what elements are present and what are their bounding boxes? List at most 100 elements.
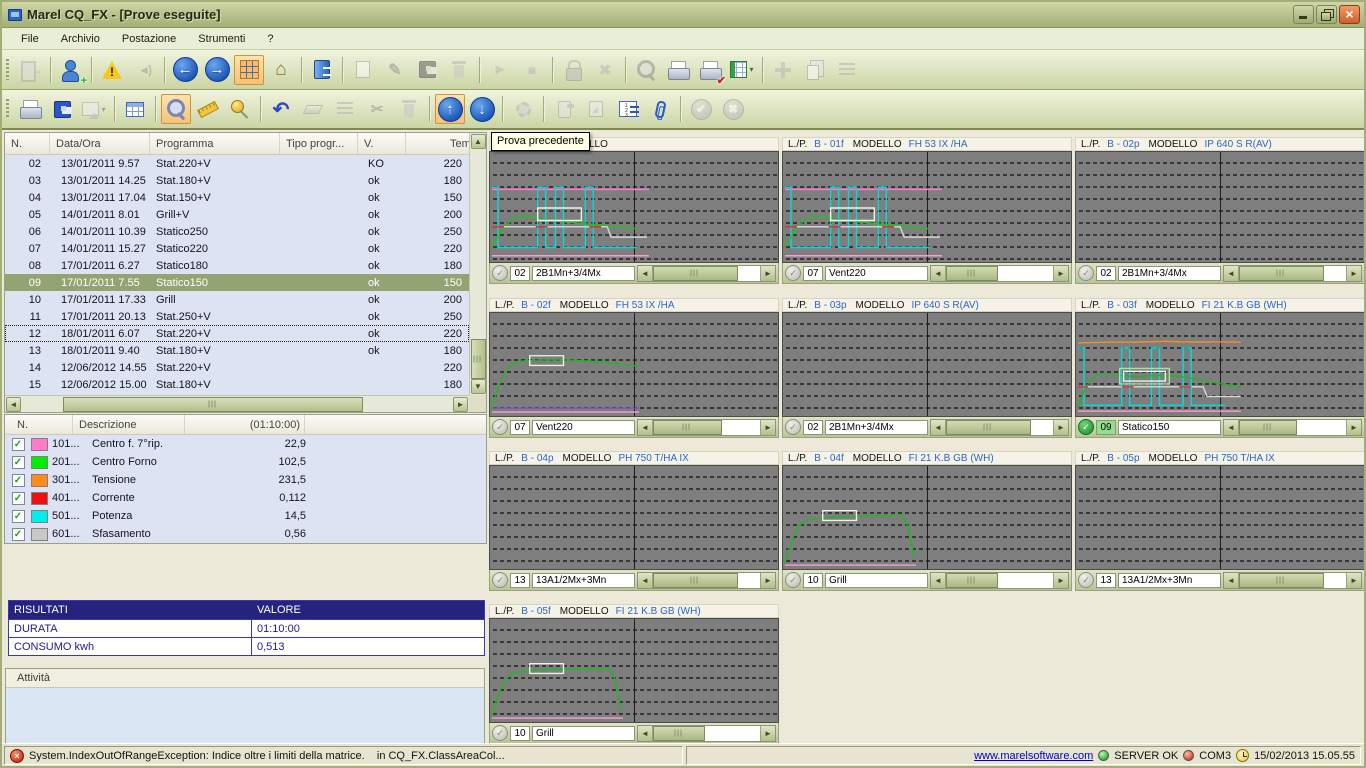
test-row-03[interactable]: 0313/01/2011 14.25Stat.180+Vok180 [5,172,469,189]
panel-scroll-right-icon[interactable]: ► [760,266,775,281]
panel-scroll-right-icon[interactable]: ► [760,420,775,435]
panel-scroll-left-icon[interactable]: ◄ [1224,420,1239,435]
panel-scroll-left-icon[interactable]: ◄ [1224,266,1239,281]
test-row-02[interactable]: 0213/01/2011 9.57Stat.220+VKO220 [5,155,469,172]
undo-button[interactable]: ↶ [266,94,296,124]
test-row-07[interactable]: 0714/01/2011 15.27Statico220ok220 [5,240,469,257]
archive-cabinet-button[interactable] [307,55,337,85]
series-checkbox[interactable]: ✓ [12,474,25,487]
panel-scroll-thumb[interactable] [653,726,705,741]
minimize-button[interactable] [1293,5,1314,24]
tests-col-header-1[interactable]: Data/Ora [50,133,150,154]
horizontal-scroll-thumb[interactable] [63,397,363,412]
menu-item-?[interactable]: ? [256,31,284,47]
print-button[interactable] [15,94,45,124]
panel-scrollbar[interactable]: ◄► [637,725,776,742]
panel-scroll-right-icon[interactable]: ► [1053,573,1068,588]
panel-scroll-left-icon[interactable]: ◄ [638,573,653,588]
image-dropdown-icon[interactable]: ▾ [101,105,105,114]
panel-scrollbar[interactable]: ◄► [1223,419,1362,436]
panel-scroll-left-icon[interactable]: ◄ [638,726,653,741]
test-row-09[interactable]: 0917/01/2011 7.55Statico150ok150 [5,274,469,291]
vertical-scroll-thumb[interactable] [471,339,486,379]
panel-scroll-thumb[interactable] [653,420,722,435]
panel-scroll-right-icon[interactable]: ► [760,726,775,741]
test-row-12[interactable]: 1218/01/2011 6.07Stat.220+Vok220 [5,325,469,342]
grid-view-button[interactable] [234,55,264,85]
panel-scroll-right-icon[interactable]: ► [1346,266,1361,281]
panel-scroll-left-icon[interactable]: ◄ [638,420,653,435]
series-checkbox[interactable]: ✓ [12,510,25,523]
add-user-button[interactable]: + [56,55,86,85]
panel-scroll-left-icon[interactable]: ◄ [931,420,946,435]
back-button[interactable]: ← [170,55,200,85]
panel-scrollbar[interactable]: ◄► [930,572,1069,589]
zoom-button[interactable] [161,94,191,124]
series-checkbox[interactable]: ✓ [12,528,25,541]
scroll-down-icon[interactable]: ▼ [471,379,486,394]
panel-scroll-thumb[interactable] [653,573,738,588]
numbered-list-button[interactable] [613,94,643,124]
panel-scroll-right-icon[interactable]: ► [760,573,775,588]
panel-scroll-left-icon[interactable]: ◄ [931,266,946,281]
next-test-button[interactable]: ↓ [467,94,497,124]
panel-scrollbar[interactable]: ◄► [930,265,1069,282]
panel-scroll-right-icon[interactable]: ► [1346,573,1361,588]
panel-scrollbar[interactable]: ◄► [1223,572,1362,589]
test-row-08[interactable]: 0817/01/2011 6.27Statico180ok180 [5,257,469,274]
panel-scrollbar[interactable]: ◄► [930,419,1069,436]
series-checkbox[interactable]: ✓ [12,456,25,469]
restore-button[interactable] [1316,5,1337,24]
measure-ruler-button[interactable] [193,94,223,124]
pin-button[interactable] [225,94,255,124]
test-row-06[interactable]: 0614/01/2011 10.39Statico250ok250 [5,223,469,240]
close-button[interactable] [1339,5,1360,24]
save-button[interactable] [47,94,77,124]
tests-horizontal-scrollbar[interactable]: ◄ ► [5,395,469,412]
panel-scrollbar[interactable]: ◄► [637,572,776,589]
test-row-14[interactable]: 1412/06/2012 14.55Stat.220+V220 [5,359,469,376]
print-check-button[interactable]: ✔ [695,55,725,85]
panel-scroll-right-icon[interactable]: ► [1053,266,1068,281]
test-row-11[interactable]: 1117/01/2011 20.13Stat.250+Vok250 [5,308,469,325]
panel-scroll-thumb[interactable] [1239,266,1324,281]
attachment-button[interactable] [645,94,675,124]
test-row-04[interactable]: 0413/01/2011 17.04Stat.150+Vok150 [5,189,469,206]
panel-scroll-left-icon[interactable]: ◄ [931,573,946,588]
data-table-button[interactable] [120,94,150,124]
panel-scroll-thumb[interactable] [946,266,998,281]
panel-scroll-left-icon[interactable]: ◄ [1224,573,1239,588]
panel-scrollbar[interactable]: ◄► [637,265,776,282]
export-excel-button[interactable]: ▾ [727,55,757,85]
panel-scroll-thumb[interactable] [1239,573,1324,588]
tests-col-header-4[interactable]: V. [358,133,406,154]
previous-test-button[interactable]: ↑ [435,94,465,124]
tests-col-header-0[interactable]: N. [5,133,50,154]
test-row-05[interactable]: 0514/01/2011 8.01Grill+Vok200 [5,206,469,223]
website-link[interactable]: www.marelsoftware.com [974,750,1093,762]
panel-scrollbar[interactable]: ◄► [1223,265,1362,282]
home-button[interactable]: ⌂ [266,55,296,85]
menu-item-postazione[interactable]: Postazione [111,31,187,47]
menu-item-strumenti[interactable]: Strumenti [187,31,256,47]
scroll-right-icon[interactable]: ► [453,397,468,412]
panel-scroll-thumb[interactable] [1239,420,1297,435]
panel-scroll-thumb[interactable] [946,573,998,588]
panel-scroll-thumb[interactable] [653,266,738,281]
tests-col-header-2[interactable]: Programma [150,133,280,154]
tests-col-header-3[interactable]: Tipo progr... [280,133,358,154]
forward-button[interactable]: → [202,55,232,85]
test-row-10[interactable]: 1017/01/2011 17.33Grillok200 [5,291,469,308]
series-checkbox[interactable]: ✓ [12,438,25,451]
export-excel-dropdown-icon[interactable]: ▾ [749,65,753,74]
panel-scroll-right-icon[interactable]: ► [1346,420,1361,435]
test-row-13[interactable]: 1318/01/2011 9.40Stat.180+Vok180 [5,342,469,359]
warning-button[interactable] [97,55,127,85]
scroll-left-icon[interactable]: ◄ [6,397,21,412]
test-row-15[interactable]: 1512/06/2012 15.00Stat.180+V180 [5,376,469,393]
menu-item-file[interactable]: File [10,31,50,47]
panel-scrollbar[interactable]: ◄► [637,419,776,436]
print-button[interactable] [663,55,693,85]
panel-scroll-thumb[interactable] [946,420,1031,435]
menu-item-archivio[interactable]: Archivio [50,31,111,47]
